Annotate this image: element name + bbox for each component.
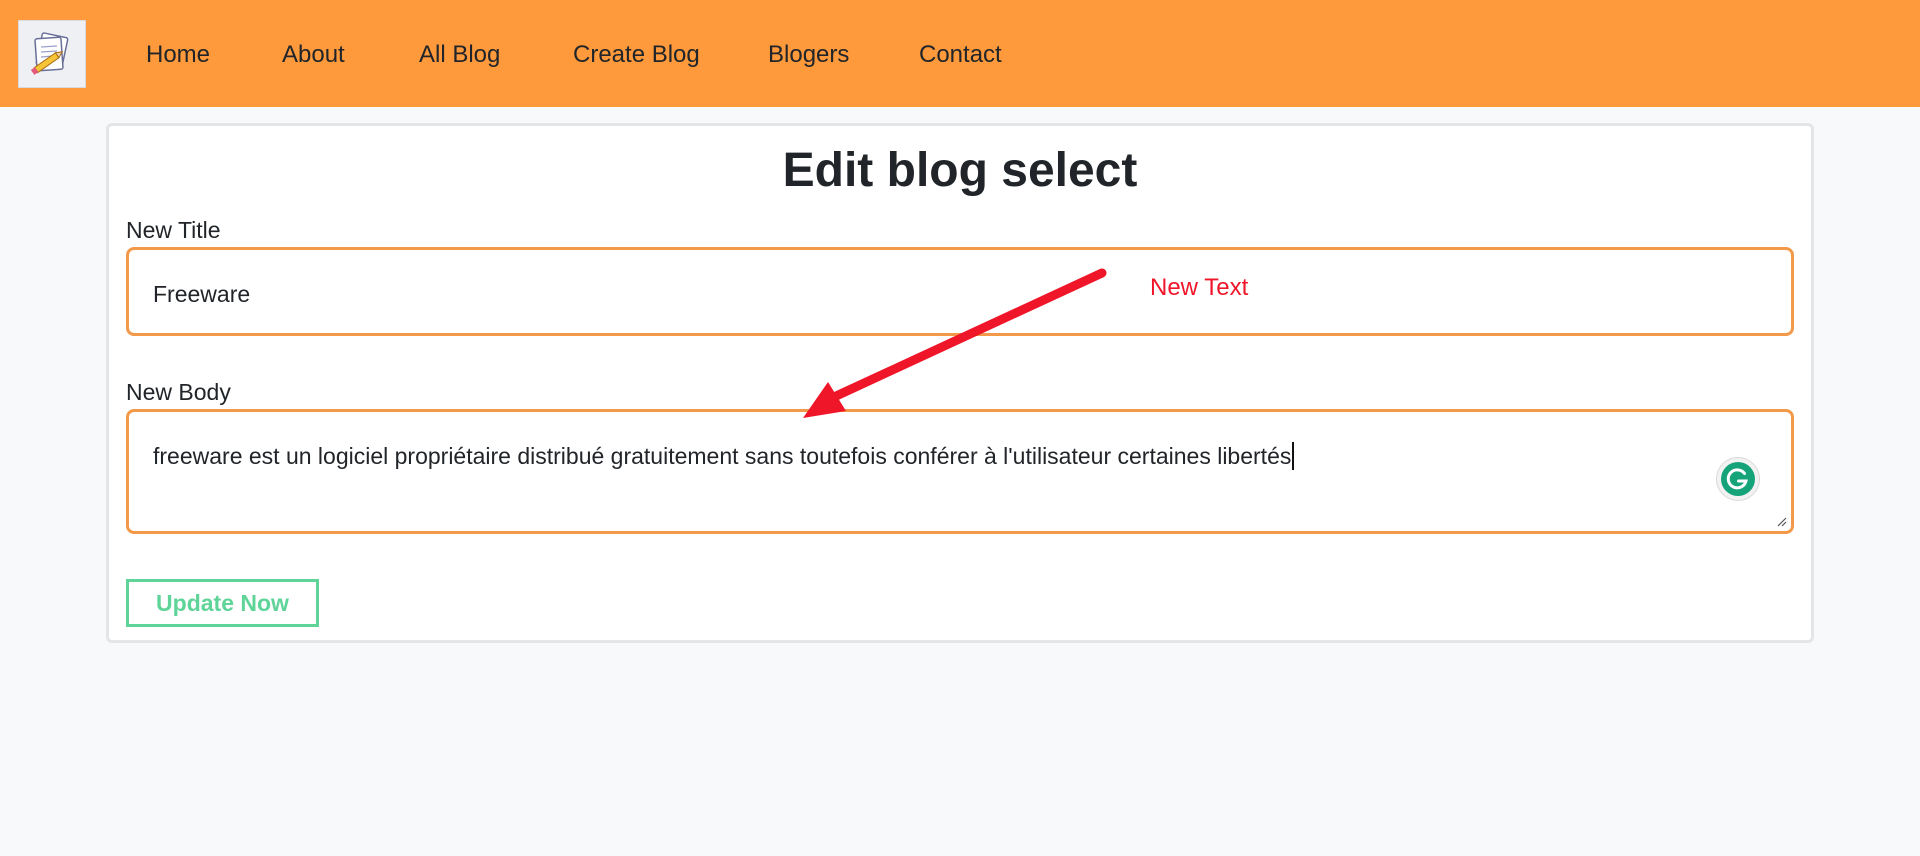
update-now-button[interactable]: Update Now bbox=[126, 579, 319, 627]
annotation-arrow bbox=[803, 268, 1107, 418]
annotation-arrowhead bbox=[803, 382, 846, 418]
annotation-label: New Text bbox=[1150, 274, 1249, 301]
